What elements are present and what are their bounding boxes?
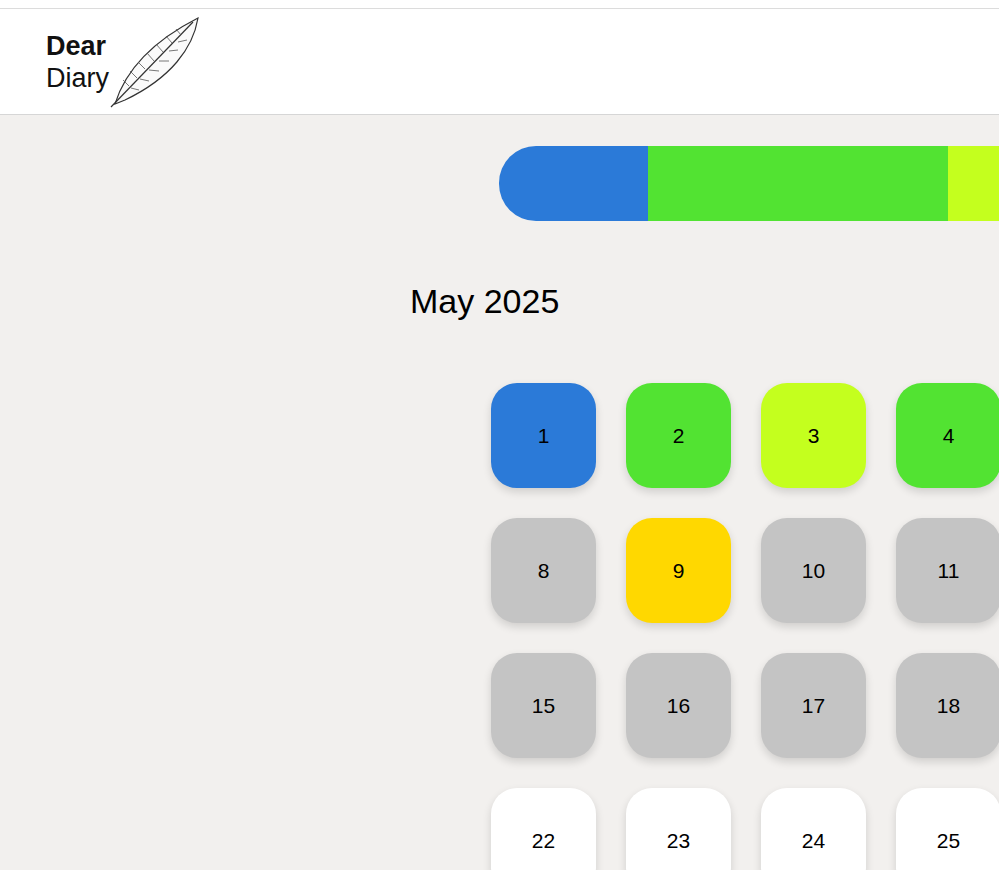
logo[interactable]: Dear Diary: [46, 16, 201, 108]
day-cell[interactable]: 23: [626, 788, 731, 870]
day-number: 3: [808, 420, 820, 452]
mood-segment: [648, 146, 948, 221]
day-cell[interactable]: 1: [491, 383, 596, 488]
day-number: 11: [938, 555, 960, 587]
logo-word: Dear: [46, 30, 109, 62]
day-cell[interactable]: 22: [491, 788, 596, 870]
day-number: 16: [667, 690, 690, 722]
day-number: 25: [937, 825, 960, 857]
mood-segment: [948, 146, 999, 221]
day-number: 8: [538, 555, 550, 587]
day-cell[interactable]: 4: [896, 383, 999, 488]
logo-word: Diary: [46, 62, 109, 94]
day-number: 1: [538, 420, 550, 452]
day-cell[interactable]: 17: [761, 653, 866, 758]
feather-icon: [109, 16, 201, 108]
day-cell[interactable]: 10: [761, 518, 866, 623]
day-cell[interactable]: 16: [626, 653, 731, 758]
day-cell[interactable]: 24: [761, 788, 866, 870]
day-cell[interactable]: 18: [896, 653, 999, 758]
day-cell[interactable]: 9: [626, 518, 731, 623]
day-number: 18: [937, 690, 960, 722]
day-number: 4: [943, 420, 955, 452]
day-cell[interactable]: 2: [626, 383, 731, 488]
day-cell[interactable]: 25: [896, 788, 999, 870]
day-number: 9: [673, 555, 685, 587]
mood-segment: [499, 146, 648, 221]
day-cell[interactable]: 15: [491, 653, 596, 758]
day-number: 23: [667, 825, 690, 857]
mood-bar: [499, 146, 999, 221]
day-number: 15: [532, 690, 555, 722]
day-number: 17: [802, 690, 825, 722]
app-header: Dear Diary: [0, 8, 999, 115]
day-number: 2: [673, 420, 685, 452]
day-cell[interactable]: 11: [896, 518, 999, 623]
day-number: 22: [532, 825, 555, 857]
day-cell[interactable]: 8: [491, 518, 596, 623]
day-number: 24: [802, 825, 825, 857]
day-cell[interactable]: 3: [761, 383, 866, 488]
day-number: 10: [802, 555, 825, 587]
calendar-grid: 12348910111516171822232425: [491, 383, 999, 870]
month-title: May 2025: [410, 281, 999, 321]
